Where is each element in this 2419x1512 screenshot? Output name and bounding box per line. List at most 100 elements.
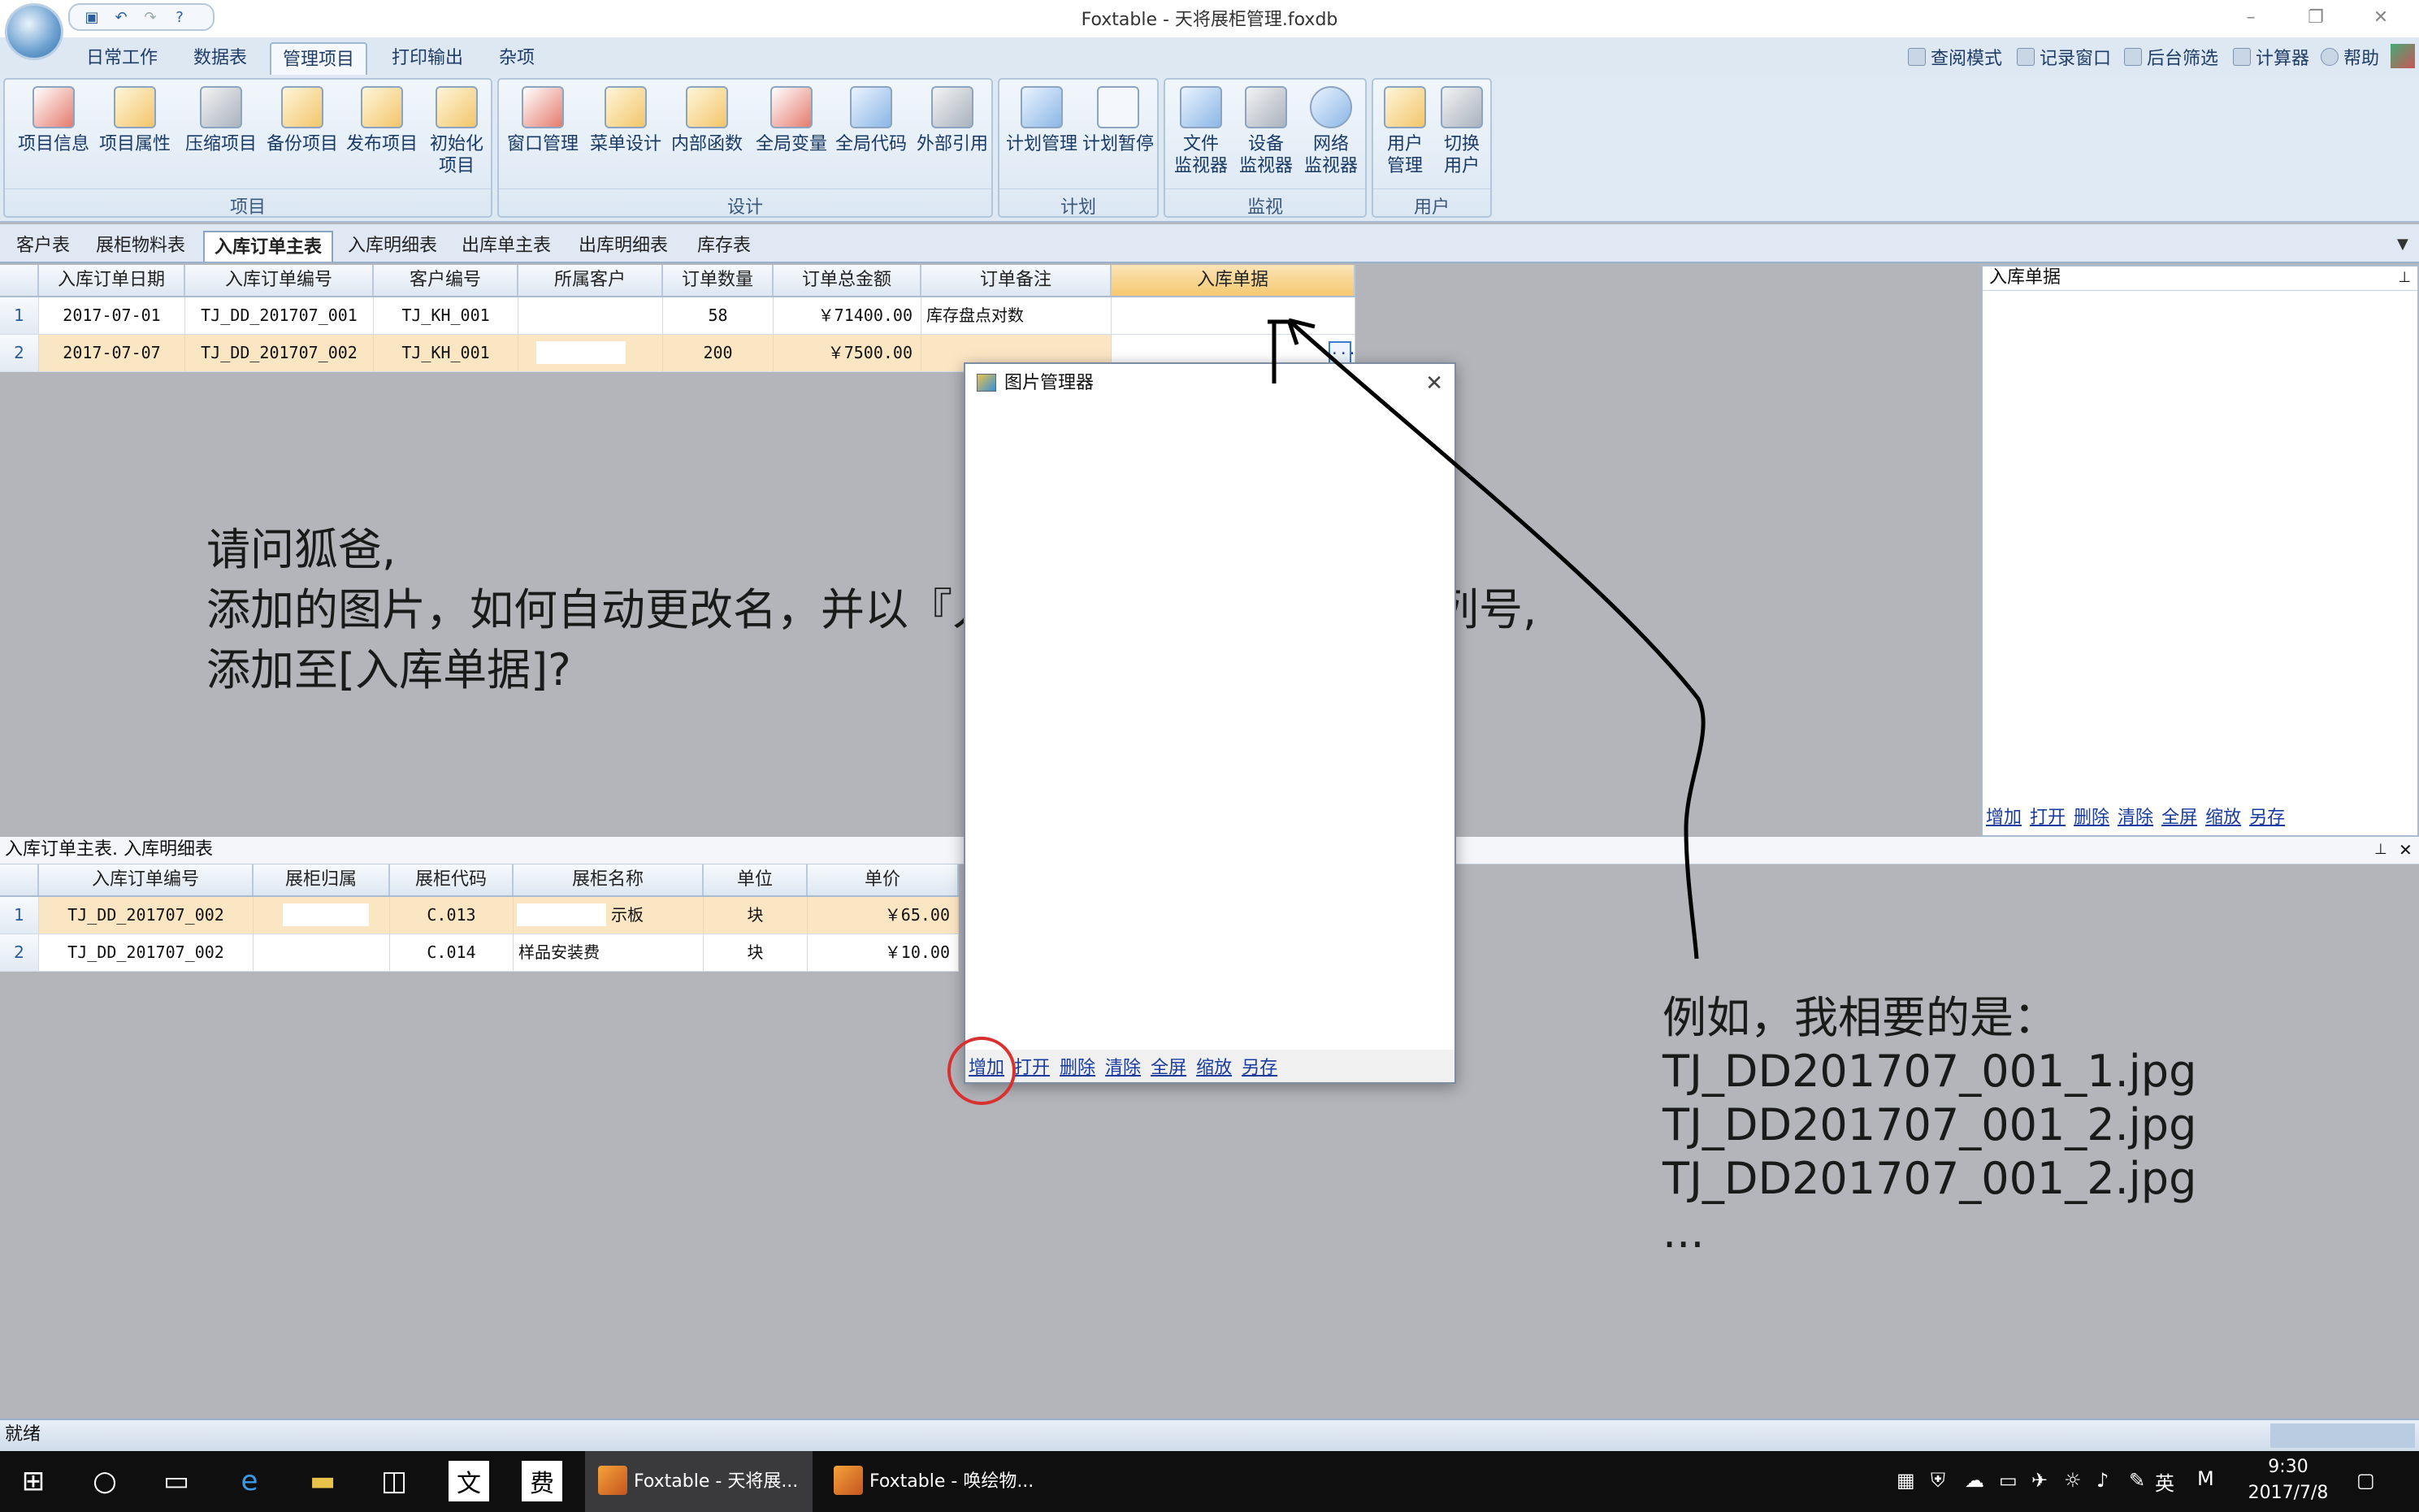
col-customer-code[interactable]: 客户编号: [374, 265, 518, 296]
sheet-tab-inbound-orders[interactable]: 入库订单主表: [203, 231, 334, 262]
sheet-tab-inbound-details[interactable]: 入库明细表: [338, 231, 447, 262]
switch-user-button[interactable]: 切换 用户: [1433, 86, 1490, 177]
help-button[interactable]: 帮助: [2321, 44, 2379, 70]
tab-print-output[interactable]: 打印输出: [380, 42, 475, 75]
row-number[interactable]: 1: [0, 297, 39, 334]
network-monitor-button[interactable]: 网络 监视器: [1298, 86, 1363, 177]
cell-note[interactable]: 库存盘点对数: [921, 297, 1112, 334]
plane-icon[interactable]: ✈: [2031, 1469, 2048, 1492]
select-all-corner[interactable]: [0, 265, 39, 296]
table-row[interactable]: 1 2017-07-01 TJ_DD_201707_001 TJ_KH_001 …: [0, 297, 1355, 335]
cell-belong[interactable]: [254, 897, 390, 934]
ime-mode-indicator[interactable]: M: [2197, 1467, 2214, 1490]
cell-amount[interactable]: ￥7500.00: [774, 335, 921, 371]
cell-owner[interactable]: [518, 297, 663, 334]
cell-unit[interactable]: 块: [704, 934, 808, 971]
project-props-button[interactable]: 项目属性: [94, 86, 176, 155]
taskbar-app-foxtable-2[interactable]: Foxtable - 唤绘物...: [821, 1451, 1048, 1512]
battery-icon[interactable]: ▭: [1999, 1469, 2018, 1492]
read-mode-button[interactable]: 查阅模式: [1908, 44, 2002, 70]
side-zoom-link[interactable]: 缩放: [2205, 803, 2241, 829]
volume-icon[interactable]: ♪: [2096, 1469, 2109, 1492]
compress-project-button[interactable]: 压缩项目: [180, 86, 262, 155]
col-unit[interactable]: 单位: [704, 864, 808, 895]
backup-project-button[interactable]: 备份项目: [262, 86, 343, 155]
col-cabinet-code[interactable]: 展柜代码: [390, 864, 514, 895]
col-note[interactable]: 订单备注: [921, 265, 1112, 296]
cell-unit[interactable]: 块: [704, 897, 808, 934]
close-window-button[interactable]: ✕: [2365, 3, 2397, 32]
cell-belong[interactable]: [254, 934, 390, 971]
row-number[interactable]: 2: [0, 934, 39, 971]
menu-design-button[interactable]: 菜单设计: [585, 86, 666, 155]
side-add-link[interactable]: 增加: [1986, 803, 2022, 829]
restore-button[interactable]: ❐: [2300, 3, 2332, 32]
cell-code[interactable]: TJ_DD_201707_002: [39, 897, 254, 934]
dialog-zoom-link[interactable]: 缩放: [1196, 1053, 1232, 1079]
cloud-icon[interactable]: ☁: [1965, 1469, 1984, 1492]
dialog-delete-link[interactable]: 删除: [1060, 1053, 1095, 1079]
sheet-tab-customers[interactable]: 客户表: [7, 231, 80, 262]
row-number[interactable]: 1: [0, 897, 39, 934]
external-ref-button[interactable]: 外部引用: [912, 86, 993, 155]
pen-icon[interactable]: ✎: [2129, 1469, 2145, 1492]
col-owner[interactable]: 所属客户: [518, 265, 663, 296]
project-info-button[interactable]: 项目信息: [13, 86, 94, 155]
doc-app-icon[interactable]: 文: [449, 1461, 489, 1501]
expense-app-icon[interactable]: 费: [522, 1461, 562, 1501]
cell-price[interactable]: ￥10.00: [808, 934, 959, 971]
taskbar-app-foxtable-1[interactable]: Foxtable - 天将展...: [585, 1451, 813, 1512]
task-view-icon[interactable]: ▭: [156, 1461, 197, 1501]
store-icon[interactable]: ◫: [374, 1461, 414, 1501]
cell-cabinet-code[interactable]: C.013: [390, 897, 514, 934]
redo-icon[interactable]: ↷: [141, 8, 159, 26]
save-icon[interactable]: ▣: [83, 8, 101, 26]
side-fullscreen-link[interactable]: 全屏: [2161, 803, 2197, 829]
sheet-tab-outbound-orders[interactable]: 出库单主表: [452, 231, 561, 262]
start-icon[interactable]: ⊞: [13, 1461, 54, 1501]
init-project-button[interactable]: 初始化 项目: [423, 86, 491, 177]
notification-icon[interactable]: ▢: [2356, 1469, 2375, 1492]
shield-icon[interactable]: ⛨: [1931, 1469, 1945, 1492]
cell-amount[interactable]: ￥71400.00: [774, 297, 921, 334]
folder-icon[interactable]: ▬: [302, 1461, 343, 1501]
cell-cabinet-name[interactable]: 示板: [514, 897, 704, 934]
dialog-clear-link[interactable]: 清除: [1105, 1053, 1141, 1079]
col-amount[interactable]: 订单总金额: [774, 265, 921, 296]
app-menu-button[interactable]: [5, 3, 63, 60]
internal-function-button[interactable]: 内部函数: [666, 86, 748, 155]
edge-icon[interactable]: e: [229, 1461, 270, 1501]
table-row[interactable]: 1 TJ_DD_201707_002 C.013 示板 块 ￥65.00: [0, 897, 959, 934]
side-delete-link[interactable]: 删除: [2074, 803, 2109, 829]
tab-dropdown-icon[interactable]: ▼: [2397, 236, 2408, 253]
plan-pause-button[interactable]: 计划暂停: [1081, 86, 1155, 155]
network-icon[interactable]: ☼: [2064, 1469, 2082, 1492]
user-manage-button[interactable]: 用户 管理: [1376, 86, 1433, 177]
dialog-fullscreen-link[interactable]: 全屏: [1151, 1053, 1186, 1079]
undo-icon[interactable]: ↶: [112, 8, 130, 26]
calculator-button[interactable]: 计算器: [2233, 44, 2309, 70]
sheet-tab-inventory[interactable]: 库存表: [687, 231, 761, 262]
minimize-button[interactable]: –: [2235, 3, 2267, 32]
dialog-saveas-link[interactable]: 另存: [1242, 1053, 1277, 1079]
tab-data-tables[interactable]: 数据表: [182, 42, 258, 75]
ime-indicator[interactable]: 英: [2155, 1467, 2174, 1496]
cell-customer[interactable]: TJ_KH_001: [374, 335, 518, 371]
cell-owner[interactable]: [518, 335, 663, 371]
cell-code[interactable]: TJ_DD_201707_002: [185, 335, 374, 371]
col-belong[interactable]: 展柜归属: [254, 864, 390, 895]
sheet-tab-cabinet-materials[interactable]: 展柜物料表: [86, 231, 195, 262]
publish-project-button[interactable]: 发布项目: [341, 86, 423, 155]
col-order-date[interactable]: 入库订单日期: [39, 265, 185, 296]
pin-icon[interactable]: ⊥: [2374, 837, 2387, 863]
side-clear-link[interactable]: 清除: [2118, 803, 2153, 829]
cell-date[interactable]: 2017-07-01: [39, 297, 185, 334]
plan-manage-button[interactable]: 计划管理: [1004, 86, 1079, 155]
pin-icon[interactable]: ⊥: [2398, 266, 2417, 290]
cell-cabinet-code[interactable]: C.014: [390, 934, 514, 971]
clock[interactable]: 9:30 2017/7/8: [2239, 1454, 2337, 1506]
col-doc[interactable]: 入库单据: [1112, 265, 1355, 296]
col-order-code[interactable]: 入库订单编号: [185, 265, 374, 296]
sheet-tab-outbound-details[interactable]: 出库明细表: [569, 231, 678, 262]
table-row[interactable]: 2 TJ_DD_201707_002 C.014 样品安装费 块 ￥10.00: [0, 934, 959, 972]
